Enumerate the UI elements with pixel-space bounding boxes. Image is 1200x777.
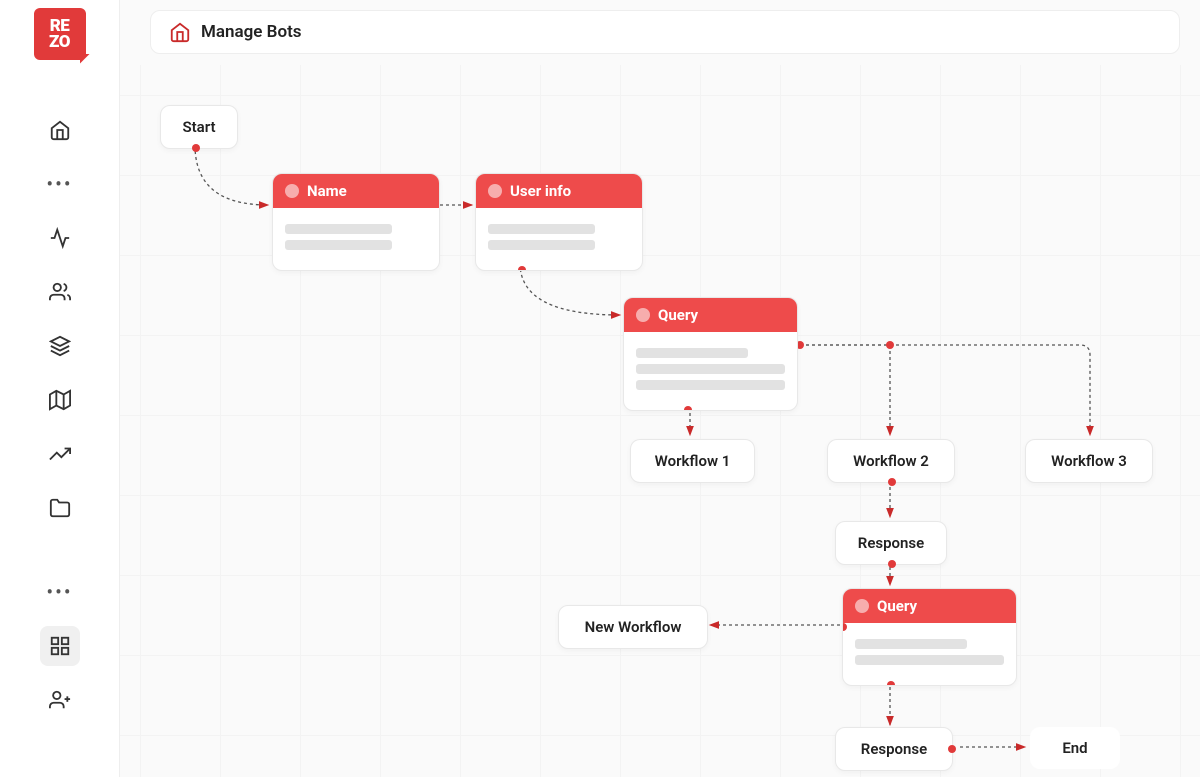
folder-icon <box>49 497 71 519</box>
node-label: Workflow 2 <box>853 452 929 470</box>
node-label: Response <box>858 534 924 552</box>
node-workflow2[interactable]: Workflow 2 <box>827 439 955 483</box>
connector-dot <box>684 406 692 411</box>
node-status-dot <box>855 599 869 613</box>
sidebar-item-users[interactable] <box>40 272 80 312</box>
node-query1[interactable]: Query <box>623 297 798 411</box>
connector-dot <box>192 144 200 152</box>
grid-icon <box>49 635 71 657</box>
home-icon <box>49 119 71 141</box>
node-name[interactable]: Name <box>272 173 440 271</box>
connector-dot <box>886 341 894 349</box>
connector-dot <box>518 266 526 271</box>
users-icon <box>49 281 71 303</box>
node-label: Workflow 1 <box>655 452 731 470</box>
brand-line2: ZO <box>49 34 70 50</box>
brand-logo: RE ZO <box>34 8 86 60</box>
sidebar: RE ZO ••• ••• <box>0 0 120 777</box>
placeholder-line <box>285 240 392 250</box>
dots-icon: ••• <box>46 179 72 189</box>
node-end[interactable]: End <box>1030 727 1120 769</box>
node-workflow1[interactable]: Workflow 1 <box>630 439 755 483</box>
connector-dot <box>948 745 956 753</box>
node-query2[interactable]: Query <box>842 588 1017 686</box>
node-status-dot <box>488 184 502 198</box>
sidebar-item-map[interactable] <box>40 380 80 420</box>
node-response2[interactable]: Response <box>835 727 953 771</box>
node-status-dot <box>285 184 299 198</box>
sidebar-item-layers[interactable] <box>40 326 80 366</box>
node-body <box>843 623 1016 685</box>
dots-icon: ••• <box>46 587 72 597</box>
layers-icon <box>49 335 71 357</box>
node-label: End <box>1062 739 1087 757</box>
node-label: New Workflow <box>585 618 682 636</box>
placeholder-line <box>855 639 967 649</box>
connector-dot <box>888 478 896 486</box>
user-plus-icon <box>49 689 71 711</box>
node-response1[interactable]: Response <box>835 521 947 565</box>
node-label: Workflow 3 <box>1051 452 1127 470</box>
placeholder-line <box>636 380 785 390</box>
node-body <box>476 208 642 270</box>
activity-icon <box>49 227 71 249</box>
sidebar-item-folder[interactable] <box>40 488 80 528</box>
flow-canvas[interactable]: Start Name User info Query Workflow 1 <box>120 65 1200 777</box>
placeholder-line <box>636 364 785 374</box>
node-label: Start <box>182 118 215 136</box>
page-title: Manage Bots <box>201 22 302 42</box>
page-header: Manage Bots <box>150 10 1180 54</box>
sidebar-item-more-top[interactable]: ••• <box>40 164 80 204</box>
home-outline-icon <box>169 21 191 43</box>
sidebar-item-activity[interactable] <box>40 218 80 258</box>
placeholder-line <box>636 348 748 358</box>
sidebar-item-more-bottom[interactable]: ••• <box>40 572 80 612</box>
node-workflow3[interactable]: Workflow 3 <box>1025 439 1153 483</box>
sidebar-item-grid[interactable] <box>40 626 80 666</box>
node-body <box>624 332 797 410</box>
node-newworkflow[interactable]: New Workflow <box>558 605 708 649</box>
node-start[interactable]: Start <box>160 105 238 149</box>
connector-dot <box>888 560 896 568</box>
placeholder-line <box>488 224 595 234</box>
connectors <box>120 65 1200 777</box>
connector-dot <box>887 681 895 686</box>
sidebar-item-home[interactable] <box>40 110 80 150</box>
sidebar-item-adduser[interactable] <box>40 680 80 720</box>
placeholder-line <box>285 224 392 234</box>
placeholder-line <box>488 240 595 250</box>
map-icon <box>49 389 71 411</box>
node-label: Response <box>861 740 927 758</box>
sidebar-item-trend[interactable] <box>40 434 80 474</box>
node-label: Query <box>877 597 917 615</box>
node-userinfo[interactable]: User info <box>475 173 643 271</box>
node-body <box>273 208 439 270</box>
node-label: User info <box>510 182 571 200</box>
placeholder-line <box>855 655 1004 665</box>
node-label: Name <box>307 182 347 200</box>
node-label: Query <box>658 306 698 324</box>
trending-icon <box>49 443 71 465</box>
node-status-dot <box>636 308 650 322</box>
